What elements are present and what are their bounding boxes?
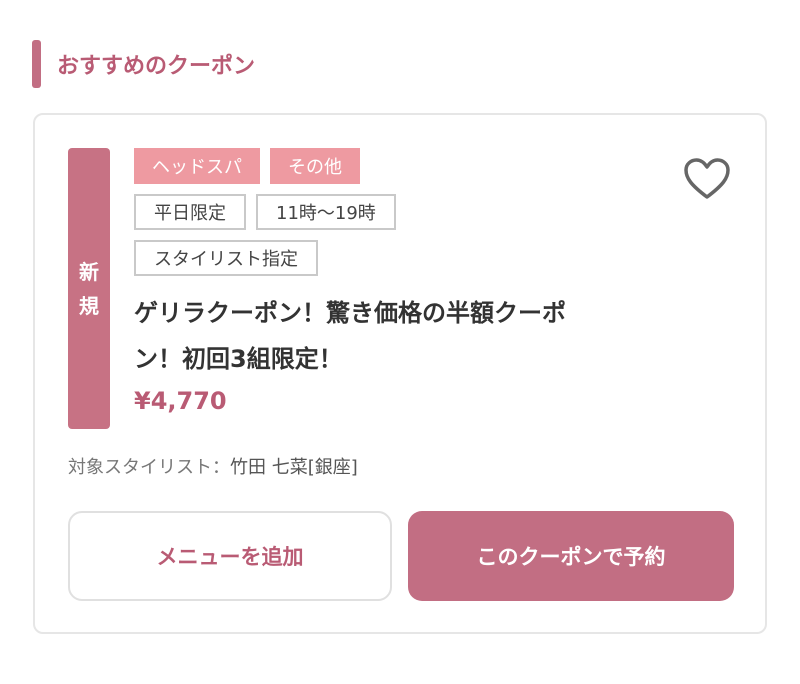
- target-stylist-label: 対象スタイリスト：: [68, 457, 230, 478]
- condition-tag: 11時〜19時: [256, 194, 396, 230]
- new-badge: 新 規: [68, 148, 110, 429]
- new-badge-char: 新: [79, 259, 99, 284]
- condition-tag: 平日限定: [134, 194, 246, 230]
- section-accent-bar: [32, 40, 41, 88]
- coupon-title: ゲリラクーポン！驚き価格の半額クーポ ン！初回3組限定！: [134, 290, 694, 382]
- section-header: おすすめのクーポン: [32, 40, 255, 88]
- reserve-coupon-button[interactable]: このクーポンで予約: [408, 511, 734, 601]
- heart-outline-icon[interactable]: [683, 157, 731, 201]
- add-menu-button[interactable]: メニューを追加: [68, 511, 392, 601]
- coupon-tags: ヘッドスパ その他 平日限定 11時〜19時 スタイリスト指定: [134, 148, 654, 286]
- category-tag: その他: [270, 148, 360, 184]
- category-tag: ヘッドスパ: [134, 148, 260, 184]
- stylist-designation-tag: スタイリスト指定: [134, 240, 318, 276]
- coupon-title-line: ン！初回3組限定！: [134, 345, 343, 373]
- coupon-price: ¥4,770: [134, 387, 227, 415]
- section-title: おすすめのクーポン: [57, 54, 256, 79]
- coupon-title-line: ゲリラクーポン！驚き価格の半額クーポ: [134, 299, 566, 327]
- target-stylist-name: 竹田 七菜[銀座]: [230, 457, 358, 478]
- new-badge-char: 規: [79, 293, 99, 318]
- coupon-card: 新 規 ヘッドスパ その他 平日限定 11時〜19時 スタイリスト指定 ゲリラク…: [33, 113, 767, 634]
- target-stylist: 対象スタイリスト：竹田 七菜[銀座]: [68, 453, 358, 479]
